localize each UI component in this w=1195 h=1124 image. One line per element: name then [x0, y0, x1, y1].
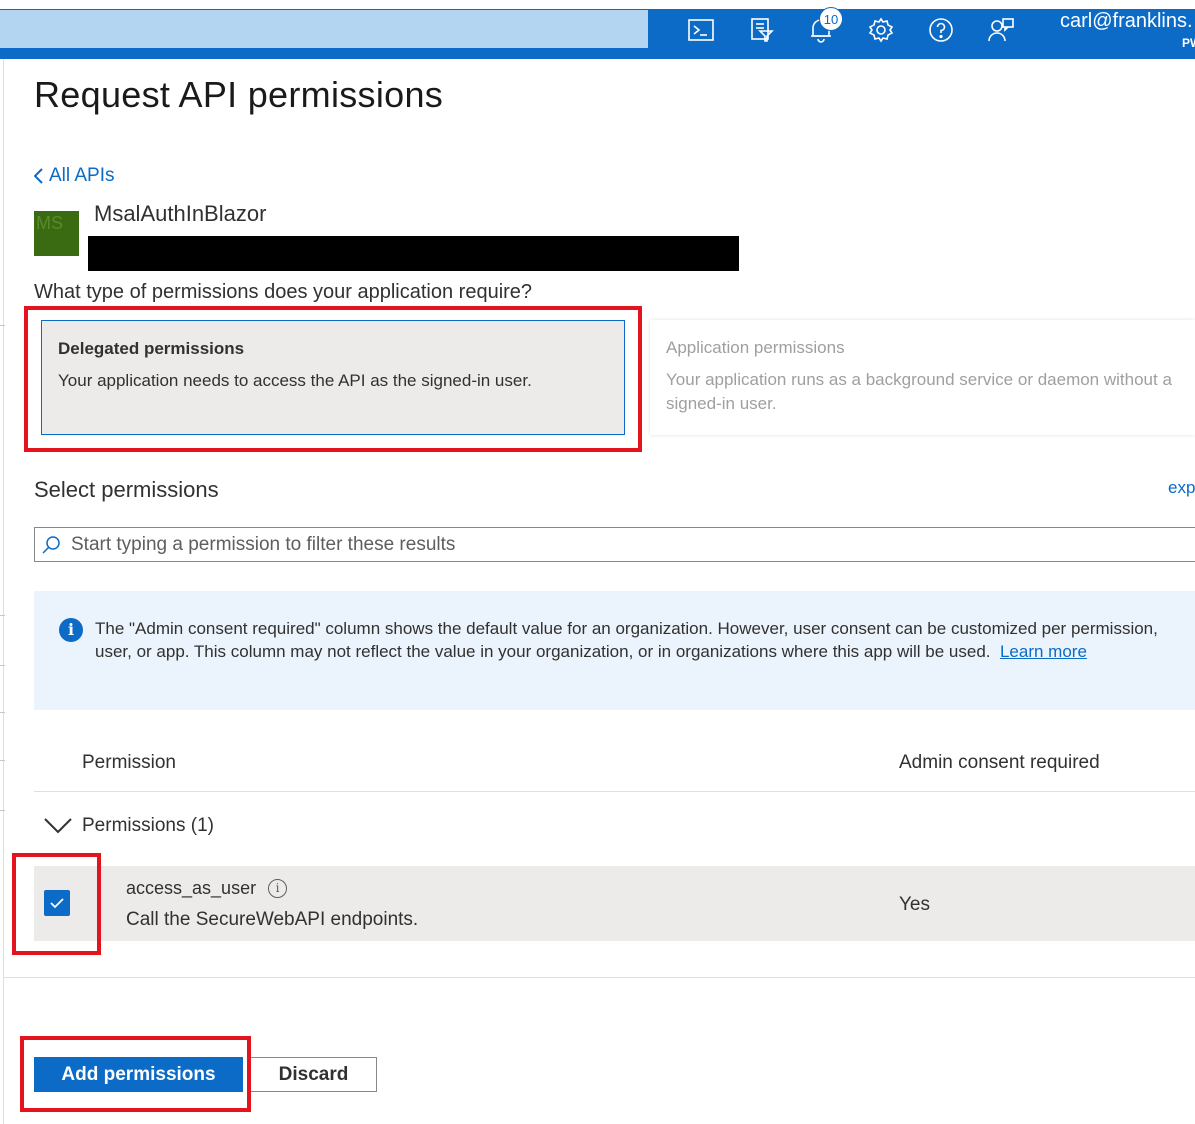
- highlight-box-add-button: [20, 1036, 251, 1112]
- highlight-box-delegated: [24, 306, 642, 452]
- discard-button[interactable]: Discard: [250, 1057, 377, 1092]
- application-permissions-card[interactable]: Application permissions Your application…: [650, 320, 1195, 435]
- all-apis-label: All APIs: [49, 165, 115, 186]
- footer-divider: [4, 977, 1195, 978]
- settings-icon[interactable]: [861, 10, 901, 50]
- global-search-input[interactable]: [0, 10, 648, 48]
- app-logo: MS: [34, 211, 79, 256]
- card-description: Your application runs as a background se…: [666, 370, 1172, 413]
- permission-name: access_as_user: [126, 878, 257, 898]
- directory-filter-icon[interactable]: [741, 10, 781, 50]
- app-name: MsalAuthInBlazor: [94, 201, 267, 226]
- learn-more-link[interactable]: Learn more: [1000, 642, 1087, 661]
- help-icon[interactable]: [921, 10, 961, 50]
- edge-divider: [0, 712, 5, 713]
- chevron-left-icon: [34, 168, 43, 184]
- expand-all-link[interactable]: exp: [1168, 478, 1195, 498]
- column-header-permission: Permission: [82, 752, 176, 773]
- highlight-box-checkbox: [12, 853, 101, 955]
- page-title: Request API permissions: [34, 74, 444, 115]
- admin-consent-info-banner: i The "Admin consent required" column sh…: [34, 591, 1195, 710]
- feedback-icon[interactable]: [981, 10, 1021, 50]
- chevron-down-icon: [44, 818, 72, 834]
- table-row[interactable]: access_as_user i Call the SecureWebAPI e…: [34, 866, 1195, 941]
- edge-divider: [0, 810, 5, 811]
- cloud-shell-icon[interactable]: [681, 10, 721, 50]
- admin-consent-value: Yes: [899, 894, 930, 915]
- permission-filter-input[interactable]: [71, 533, 971, 556]
- info-text: The "Admin consent required" column show…: [95, 617, 1195, 663]
- edge-divider: [0, 665, 5, 666]
- header-divider: [34, 791, 1195, 792]
- permission-description: Call the SecureWebAPI endpoints.: [126, 909, 419, 930]
- user-email[interactable]: carl@franklins.: [1060, 10, 1193, 33]
- permissions-group-toggle[interactable]: Permissions (1): [44, 815, 214, 837]
- permission-name-cell: access_as_user i: [126, 878, 288, 899]
- info-circle-icon[interactable]: i: [268, 879, 288, 898]
- search-icon: [42, 535, 60, 554]
- all-apis-link[interactable]: All APIs: [34, 165, 114, 187]
- user-directory: PW: [1182, 36, 1195, 50]
- permission-filter[interactable]: [34, 527, 1195, 562]
- left-panel-edge: [0, 59, 4, 1124]
- info-icon: i: [59, 618, 83, 642]
- redacted-area: [88, 236, 739, 271]
- edge-divider: [0, 325, 5, 326]
- permission-type-question: What type of permissions does your appli…: [34, 281, 533, 303]
- select-permissions-title: Select permissions: [34, 477, 219, 502]
- top-strip: [0, 0, 1195, 9]
- card-title: Application permissions: [666, 338, 845, 357]
- info-message: The "Admin consent required" column show…: [95, 619, 1158, 661]
- edge-divider: [0, 760, 5, 761]
- edge-divider: [0, 615, 5, 616]
- notification-count-badge: 10: [819, 7, 843, 31]
- column-header-admin-consent: Admin consent required: [899, 752, 1100, 773]
- group-label: Permissions (1): [82, 815, 214, 836]
